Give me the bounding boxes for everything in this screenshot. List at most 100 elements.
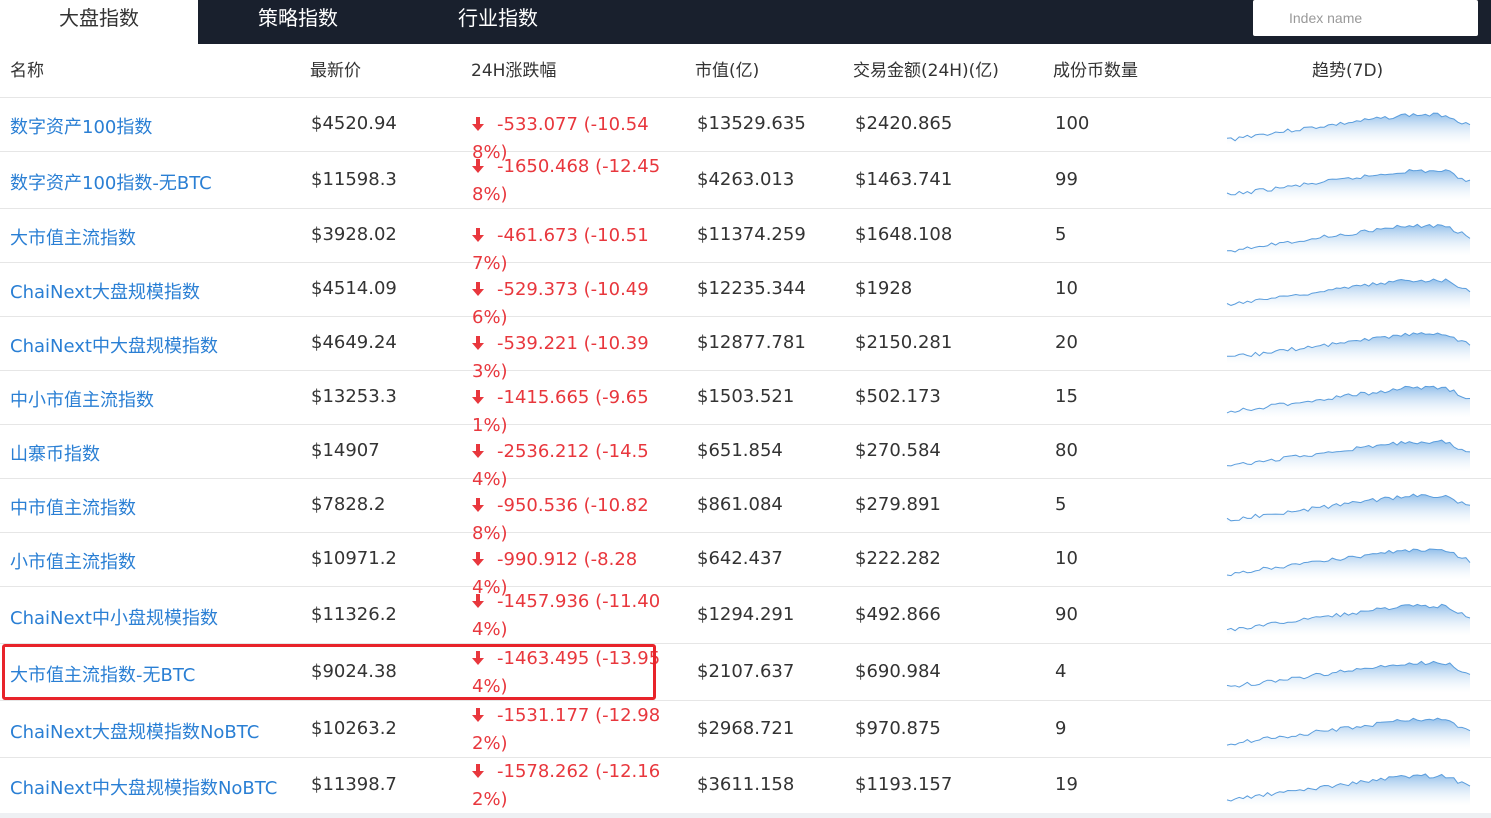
volume-24h: $270.584 [855,440,941,461]
change-value: -1578.262 (-12.162%) [472,761,661,810]
latest-price: $4649.24 [311,332,397,353]
volume-24h: $2420.865 [855,113,953,134]
index-name-link[interactable]: 山寨币指数 [10,440,100,466]
volume-24h: $492.866 [855,603,941,625]
volume-24h: $279.891 [855,494,941,515]
index-search-input[interactable] [1253,0,1478,36]
market-cap: $651.854 [697,440,783,461]
constituent-count: 10 [1055,548,1078,569]
constituent-count: 15 [1055,386,1078,407]
index-name-link[interactable]: ChaiNext大盘规模指数 [10,278,200,304]
constituent-count: 100 [1055,113,1090,134]
latest-price: $14907 [311,440,380,461]
header-price[interactable]: 最新价 [310,44,361,98]
market-cap: $4263.013 [697,168,795,190]
tab-market-index[interactable]: 大盘指数 [0,0,198,44]
trend-sparkline [1227,332,1471,364]
table-row: 大市值主流指数 $3928.02 -461.673 (-10.517%) $11374… [0,209,1491,274]
constituent-count: 9 [1055,717,1067,739]
table-bottom-edge [0,813,1491,818]
market-cap: $2968.721 [697,717,795,739]
market-cap: $13529.635 [697,113,806,134]
top-nav-bar: 大盘指数 策略指数 行业指数 [0,0,1491,44]
market-cap: $861.084 [697,494,783,515]
market-cap: $1294.291 [697,603,795,625]
constituent-count: 10 [1055,278,1078,299]
index-name-link[interactable]: 数字资产100指数-无BTC [10,169,212,195]
table-row: 山寨币指数 $14907 -2536.212 (-14.54%) $651.854 $2… [0,425,1491,490]
trend-sparkline [1226,112,1471,145]
index-name-link[interactable]: 大市值主流指数-无BTC [10,661,195,687]
latest-price: $11598.3 [311,168,397,190]
index-name-link[interactable]: 中小市值主流指数 [10,386,154,412]
table-row: ChaiNext中大盘规模指数NoBTC $11398.7 -1578.262 (-… [0,758,1491,814]
market-cap: $2107.637 [697,660,795,682]
change-value: -1457.936 (-11.404%) [472,590,661,640]
latest-price: $11398.7 [311,774,397,795]
constituent-count: 4 [1055,660,1067,682]
header-volume[interactable]: 交易金额(24H)(亿) [853,44,999,98]
tab-industry-index[interactable]: 行业指数 [398,0,598,44]
market-cap: $12877.781 [697,332,806,353]
table-row: ChaiNext大盘规模指数 $4514.09 -529.373 (-10.496%… [0,263,1491,328]
volume-24h: $1463.741 [855,168,953,190]
arrow-down-icon [472,336,484,350]
change-24h: -1578.262 (-12.162%) [472,758,672,814]
trend-sparkline [1226,168,1471,201]
index-name-link[interactable]: ChaiNext中大盘规模指数NoBTC [10,774,277,800]
constituent-count: 5 [1055,494,1067,515]
latest-price: $10971.2 [311,548,397,569]
change-value: -1463.495 (-13.954%) [472,647,661,697]
volume-24h: $1648.108 [855,224,953,245]
table-row: 数字资产100指数 $4520.94 -533.077 (-10.548%) $135… [0,98,1491,163]
volume-24h: $502.173 [855,386,941,407]
volume-24h: $970.875 [855,717,941,739]
market-cap: $12235.344 [697,278,806,299]
arrow-down-icon [472,552,484,566]
constituent-count: 90 [1055,603,1078,625]
table-header: 名称 最新价 24H涨跌幅 市值(亿) 交易金额(24H)(亿) 成份币数量 趋… [0,44,1491,98]
index-name-link[interactable]: ChaiNext中小盘规模指数 [10,604,218,630]
arrow-down-icon [472,390,484,404]
arrow-down-icon [472,707,484,722]
trend-sparkline [1226,603,1471,636]
volume-24h: $690.984 [855,660,941,682]
volume-24h: $1928 [855,278,913,299]
change-24h: -1650.468 (-12.458%) [472,153,672,209]
table-row: 中市值主流指数 $7828.2 -950.536 (-10.828%) $861.08… [0,479,1491,544]
market-cap: $1503.521 [697,386,795,407]
constituent-count: 80 [1055,440,1078,461]
arrow-down-icon [472,593,484,608]
trend-sparkline [1226,439,1471,472]
header-change[interactable]: 24H涨跌幅 [471,44,556,98]
index-name-link[interactable]: ChaiNext中大盘规模指数 [10,332,218,358]
index-name-link[interactable]: 数字资产100指数 [10,113,152,139]
trend-sparkline [1226,385,1471,418]
change-24h: -1531.177 (-12.982%) [472,702,672,758]
arrow-down-icon [472,282,484,296]
market-cap: $642.437 [697,548,783,569]
trend-sparkline [1226,660,1471,693]
constituent-count: 99 [1055,168,1078,190]
header-market-cap[interactable]: 市值(亿) [695,44,759,98]
arrow-down-icon [472,117,484,131]
change-24h: -1457.936 (-11.404%) [472,588,672,644]
change-value: -1650.468 (-12.458%) [472,155,661,205]
header-constituents[interactable]: 成份币数量 [1053,44,1138,98]
table-row: ChaiNext中小盘规模指数 $11326.2 -1457.936 (-11.40… [0,587,1491,644]
latest-price: $9024.38 [311,660,397,682]
latest-price: $10263.2 [311,717,397,739]
change-value: -1531.177 (-12.982%) [472,704,661,754]
table-row: 数字资产100指数-无BTC $11598.3 -1650.468 (-12.458… [0,152,1491,209]
trend-sparkline [1226,223,1471,256]
constituent-count: 5 [1055,224,1067,245]
index-name-link[interactable]: 中市值主流指数 [10,494,136,520]
trend-sparkline [1226,278,1471,310]
index-name-link[interactable]: ChaiNext大盘规模指数NoBTC [10,718,259,744]
header-name[interactable]: 名称 [10,44,44,98]
market-cap: $11374.259 [697,224,806,245]
tab-strategy-index[interactable]: 策略指数 [198,0,398,44]
index-name-link[interactable]: 小市值主流指数 [10,548,136,574]
trend-sparkline [1226,548,1471,580]
index-name-link[interactable]: 大市值主流指数 [10,224,136,250]
